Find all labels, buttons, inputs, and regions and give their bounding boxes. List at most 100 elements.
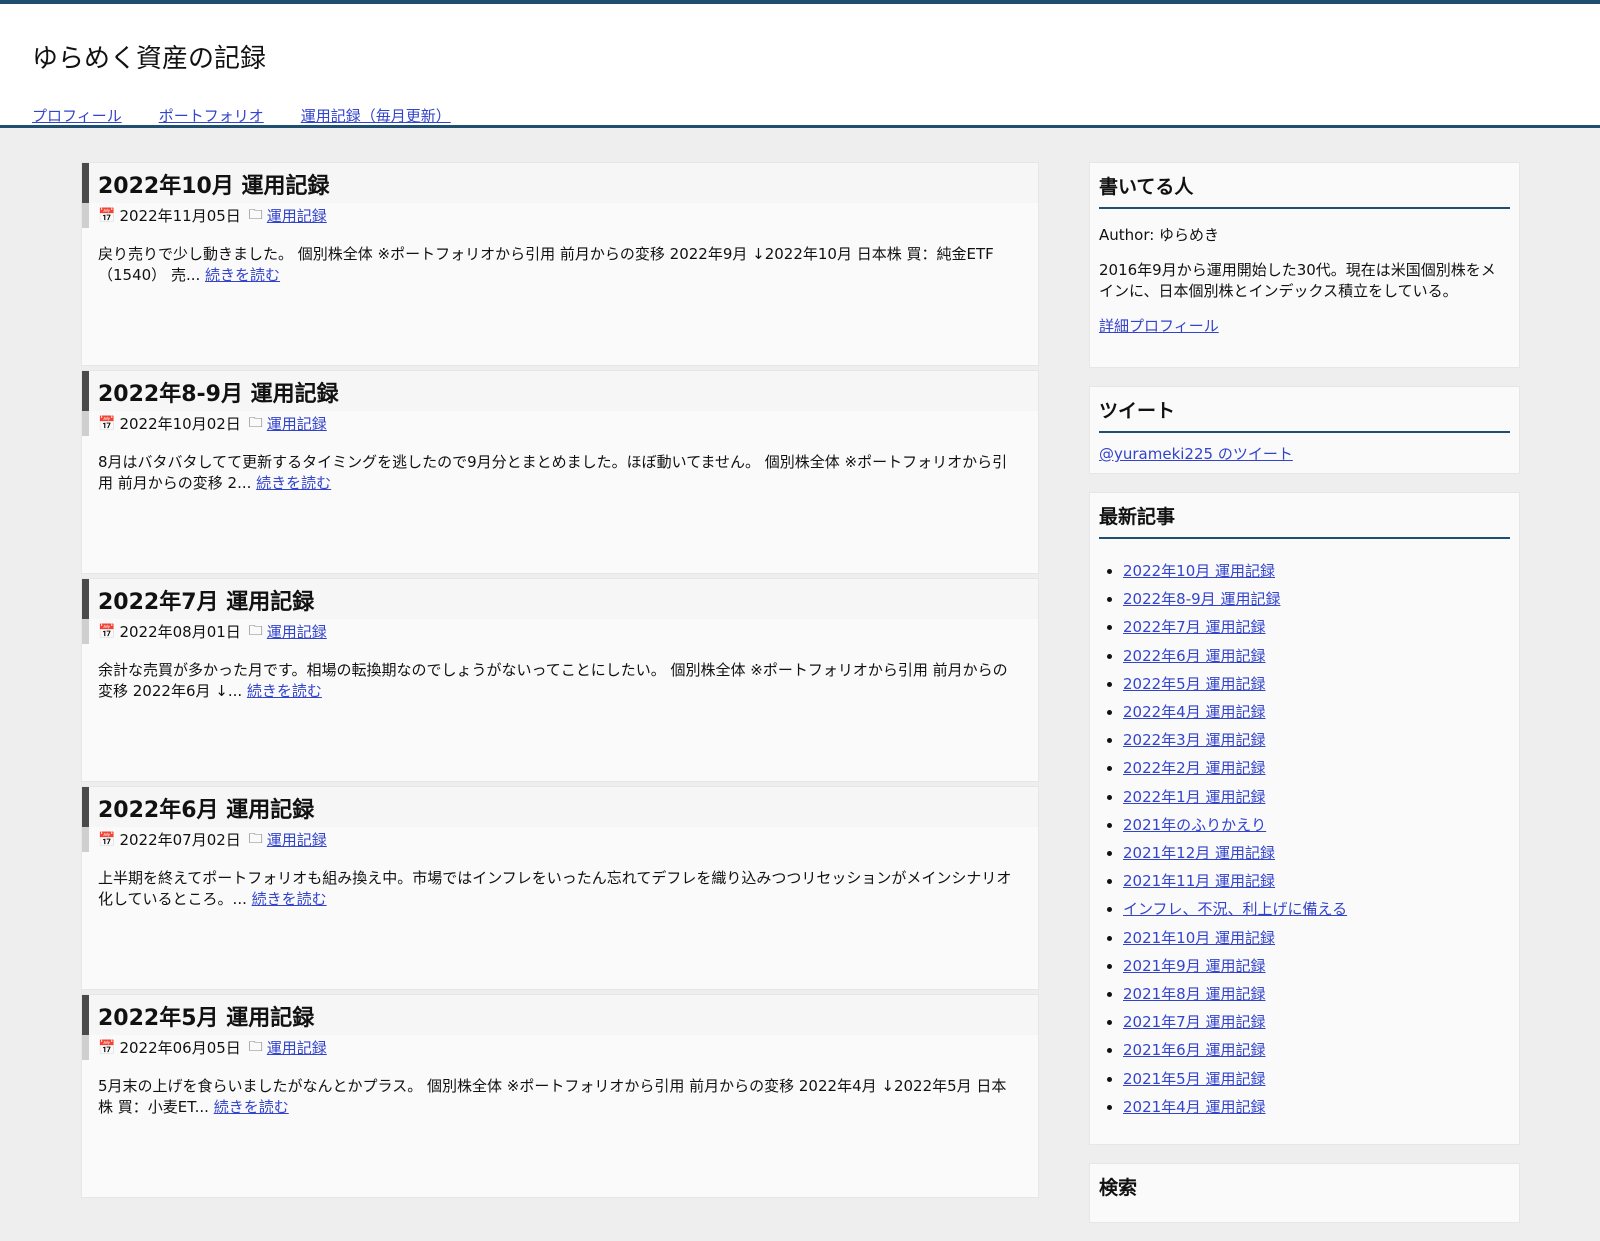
list-item: 2021年6月 運用記録	[1123, 1036, 1510, 1064]
list-item: 2021年10月 運用記録	[1123, 924, 1510, 952]
post-list: 2022年10月 運用記録 📅 2022年11月05日 🗀 運用記録 戻り売りで…	[81, 162, 1039, 1202]
post-excerpt: 5月末の上げを食らいましたがなんとかプラス。 個別株全体 ※ポートフォリオから引…	[98, 1076, 1020, 1118]
list-item: 2022年7月 運用記録	[1123, 613, 1510, 641]
recent-post-link[interactable]: 2021年9月 運用記録	[1123, 957, 1266, 975]
post-title[interactable]: 2022年7月 運用記録	[98, 584, 314, 616]
post-header: 2022年8-9月 運用記録	[82, 371, 1038, 411]
calendar-icon: 📅	[98, 1039, 116, 1056]
author-name: Author: ゆらめき	[1099, 226, 1220, 244]
post-card: 2022年5月 運用記録 📅 2022年06月05日 🗀 運用記録 5月末の上げ…	[81, 994, 1039, 1198]
post-title[interactable]: 2022年10月 運用記録	[98, 168, 330, 200]
recent-post-link[interactable]: 2021年8月 運用記録	[1123, 985, 1266, 1003]
calendar-icon: 📅	[98, 831, 116, 848]
post-title[interactable]: 2022年8-9月 運用記録	[98, 376, 339, 408]
recent-post-link[interactable]: 2021年5月 運用記録	[1123, 1070, 1266, 1088]
calendar-icon: 📅	[98, 415, 116, 432]
read-more-link[interactable]: 続きを読む	[247, 682, 322, 700]
post-excerpt: 戻り売りで少し動きました。 個別株全体 ※ポートフォリオから引用 前月からの変移…	[98, 244, 1020, 286]
site-header: ゆらめく資産の記録 プロフィール ポートフォリオ 運用記録（毎月更新）	[0, 4, 1600, 128]
twitter-timeline-link[interactable]: @yurameki225 のツイート	[1099, 443, 1293, 464]
nav-records-link[interactable]: 運用記録（毎月更新）	[301, 105, 451, 126]
recent-post-link[interactable]: 2021年11月 運用記録	[1123, 872, 1275, 890]
list-item: 2021年8月 運用記録	[1123, 980, 1510, 1008]
post-date: 2022年08月01日	[119, 623, 241, 641]
list-item: 2022年6月 運用記録	[1123, 642, 1510, 670]
recent-post-link[interactable]: インフレ、不況、利上げに備える	[1123, 900, 1347, 918]
list-item: 2021年のふりかえり	[1123, 811, 1510, 839]
read-more-link[interactable]: 続きを読む	[205, 266, 280, 284]
folder-icon: 🗀	[248, 206, 263, 223]
post-title[interactable]: 2022年5月 運用記録	[98, 1000, 314, 1032]
post-header: 2022年5月 運用記録	[82, 995, 1038, 1035]
list-item: 2021年4月 運用記録	[1123, 1093, 1510, 1121]
post-category-link[interactable]: 運用記録	[267, 621, 327, 642]
widget-title: ツイート	[1099, 396, 1510, 433]
post-card: 2022年8-9月 運用記録 📅 2022年10月02日 🗀 運用記録 8月はバ…	[81, 370, 1039, 574]
post-date: 2022年10月02日	[119, 415, 241, 433]
post-category-link[interactable]: 運用記録	[267, 829, 327, 850]
site-title[interactable]: ゆらめく資産の記録	[32, 38, 266, 75]
recent-post-link[interactable]: 2022年1月 運用記録	[1123, 788, 1266, 806]
recent-post-link[interactable]: 2021年のふりかえり	[1123, 816, 1266, 834]
folder-icon: 🗀	[248, 1038, 263, 1055]
list-item: 2022年1月 運用記録	[1123, 783, 1510, 811]
post-category-link[interactable]: 運用記録	[267, 1037, 327, 1058]
profile-detail-link[interactable]: 詳細プロフィール	[1099, 317, 1219, 335]
read-more-link[interactable]: 続きを読む	[256, 474, 331, 492]
list-item: 2021年11月 運用記録	[1123, 867, 1510, 895]
nav-profile-link[interactable]: プロフィール	[32, 105, 122, 126]
list-item: 2021年12月 運用記録	[1123, 839, 1510, 867]
sidebar: 書いてる人 Author: ゆらめき 2016年9月から運用開始した30代。現在…	[1089, 162, 1520, 1241]
post-category-link[interactable]: 運用記録	[267, 413, 327, 434]
list-item: 2022年4月 運用記録	[1123, 698, 1510, 726]
list-item: 2021年5月 運用記録	[1123, 1065, 1510, 1093]
list-item: 2022年3月 運用記録	[1123, 726, 1510, 754]
author-widget: 書いてる人 Author: ゆらめき 2016年9月から運用開始した30代。現在…	[1089, 162, 1520, 368]
post-meta: 📅 2022年08月01日 🗀 運用記録	[82, 619, 1038, 644]
recent-post-link[interactable]: 2021年6月 運用記録	[1123, 1041, 1266, 1059]
recent-post-link[interactable]: 2021年4月 運用記録	[1123, 1098, 1266, 1116]
recent-post-link[interactable]: 2022年6月 運用記録	[1123, 647, 1266, 665]
list-item: 2021年7月 運用記録	[1123, 1008, 1510, 1036]
post-header: 2022年6月 運用記録	[82, 787, 1038, 827]
calendar-icon: 📅	[98, 207, 116, 224]
list-item: 2022年2月 運用記録	[1123, 754, 1510, 782]
search-widget: 検索	[1089, 1163, 1520, 1223]
post-meta: 📅 2022年10月02日 🗀 運用記録	[82, 411, 1038, 436]
recent-post-link[interactable]: 2021年10月 運用記録	[1123, 929, 1275, 947]
recent-posts-widget: 最新記事 2022年10月 運用記録 2022年8-9月 運用記録 2022年7…	[1089, 492, 1520, 1145]
tweet-widget: ツイート @yurameki225 のツイート	[1089, 386, 1520, 474]
post-date: 2022年07月02日	[119, 831, 241, 849]
author-bio: 2016年9月から運用開始した30代。現在は米国個別株をメインに、日本個別株とイ…	[1099, 261, 1496, 300]
read-more-link[interactable]: 続きを読む	[252, 890, 327, 908]
post-excerpt: 8月はバタバタしてて更新するタイミングを逃したので9月分とまとめました。ほぼ動い…	[98, 452, 1020, 494]
post-category-link[interactable]: 運用記録	[267, 205, 327, 226]
recent-post-link[interactable]: 2022年10月 運用記録	[1123, 562, 1275, 580]
post-title[interactable]: 2022年6月 運用記録	[98, 792, 314, 824]
recent-post-link[interactable]: 2021年12月 運用記録	[1123, 844, 1275, 862]
recent-post-link[interactable]: 2022年7月 運用記録	[1123, 618, 1266, 636]
calendar-icon: 📅	[98, 623, 116, 640]
post-meta: 📅 2022年11月05日 🗀 運用記録	[82, 203, 1038, 228]
read-more-link[interactable]: 続きを読む	[214, 1098, 289, 1116]
post-card: 2022年6月 運用記録 📅 2022年07月02日 🗀 運用記録 上半期を終え…	[81, 786, 1039, 990]
recent-post-link[interactable]: 2022年8-9月 運用記録	[1123, 590, 1280, 608]
recent-post-link[interactable]: 2022年2月 運用記録	[1123, 759, 1266, 777]
post-header: 2022年10月 運用記録	[82, 163, 1038, 203]
recent-posts-list: 2022年10月 運用記録 2022年8-9月 運用記録 2022年7月 運用記…	[1099, 557, 1510, 1121]
recent-post-link[interactable]: 2022年4月 運用記録	[1123, 703, 1266, 721]
widget-title: 検索	[1099, 1177, 1138, 1199]
list-item: 2022年5月 運用記録	[1123, 670, 1510, 698]
nav-portfolio-link[interactable]: ポートフォリオ	[159, 105, 264, 126]
post-card: 2022年10月 運用記録 📅 2022年11月05日 🗀 運用記録 戻り売りで…	[81, 162, 1039, 366]
recent-post-link[interactable]: 2022年5月 運用記録	[1123, 675, 1266, 693]
post-meta: 📅 2022年07月02日 🗀 運用記録	[82, 827, 1038, 852]
recent-post-link[interactable]: 2022年3月 運用記録	[1123, 731, 1266, 749]
post-card: 2022年7月 運用記録 📅 2022年08月01日 🗀 運用記録 余計な売買が…	[81, 578, 1039, 782]
list-item: 2022年8-9月 運用記録	[1123, 585, 1510, 613]
folder-icon: 🗀	[248, 830, 263, 847]
post-excerpt-text: 8月はバタバタしてて更新するタイミングを逃したので9月分とまとめました。ほぼ動い…	[98, 453, 1008, 492]
post-excerpt: 上半期を終えてポートフォリオも組み換え中。市場ではインフレをいったん忘れてデフレ…	[98, 868, 1020, 910]
recent-post-link[interactable]: 2021年7月 運用記録	[1123, 1013, 1266, 1031]
list-item: インフレ、不況、利上げに備える	[1123, 895, 1510, 923]
